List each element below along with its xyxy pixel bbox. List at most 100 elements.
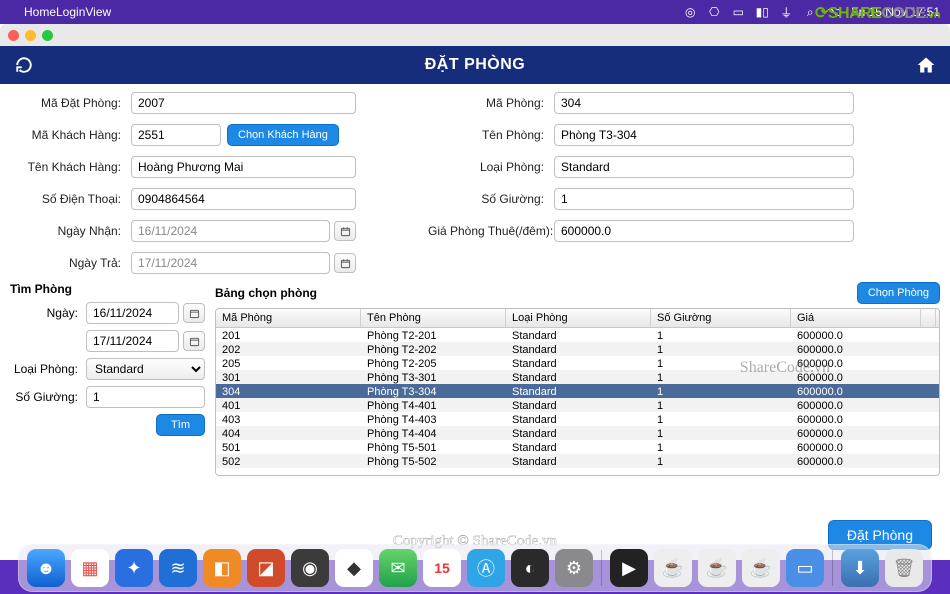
table-row[interactable]: 205Phòng T2-205Standard1600000.0 bbox=[216, 356, 939, 370]
find-type-label: Loại Phòng: bbox=[10, 362, 80, 376]
cell-name: Phòng T4-403 bbox=[361, 412, 506, 426]
finder-icon[interactable]: ☻ bbox=[27, 549, 65, 587]
java2-icon[interactable]: ☕ bbox=[698, 549, 736, 587]
cell-price: 600000.0 bbox=[791, 426, 921, 440]
col-beds[interactable]: Số Giường bbox=[651, 309, 791, 327]
netbeans-icon[interactable]: ◆ bbox=[335, 549, 373, 587]
docker-icon[interactable]: ⎔ bbox=[707, 5, 721, 19]
cell-type: Standard bbox=[506, 328, 651, 342]
sharecode-logo: ⟳SHARECODE.vn bbox=[815, 3, 940, 23]
booking-id-label: Mã Đặt Phòng: bbox=[10, 96, 125, 110]
table-row[interactable]: 501Phòng T5-501Standard1600000.0 bbox=[216, 440, 939, 454]
db-icon[interactable]: ◧ bbox=[203, 549, 241, 587]
safari-icon[interactable]: ✦ bbox=[115, 549, 153, 587]
eclipse-icon[interactable]: ◐ bbox=[511, 549, 549, 587]
box-icon[interactable]: ◪ bbox=[247, 549, 285, 587]
wifi-icon[interactable]: ⏚ bbox=[779, 5, 793, 19]
table-row[interactable]: 401Phòng T4-401Standard1600000.0 bbox=[216, 398, 939, 412]
settings-icon[interactable]: ⚙ bbox=[555, 549, 593, 587]
cell-price: 600000.0 bbox=[791, 328, 921, 342]
room-name-field[interactable] bbox=[554, 124, 854, 146]
running-app-icon[interactable]: ▭ bbox=[786, 549, 824, 587]
mac-menubar: HomeLoginView ◎ ⎔ ▭ ▮▯ ⏚ ⌕ ⌥ Fri 15 Nov … bbox=[0, 0, 950, 24]
room-grid: Mã Phòng Tên Phòng Loại Phòng Số Giường … bbox=[215, 308, 940, 476]
cell-beds: 1 bbox=[651, 426, 791, 440]
minimize-icon[interactable] bbox=[25, 30, 36, 41]
cust-name-label: Tên Khách Hàng: bbox=[10, 160, 125, 174]
cell-price: 600000.0 bbox=[791, 454, 921, 468]
appstore-icon[interactable]: Ⓐ bbox=[467, 549, 505, 587]
downloads-icon[interactable]: ⬇ bbox=[841, 549, 879, 587]
room-id-field[interactable] bbox=[554, 92, 854, 114]
vscode-icon[interactable]: ≋ bbox=[159, 549, 197, 587]
cust-id-field[interactable] bbox=[131, 124, 221, 146]
screen-icon[interactable]: ▭ bbox=[731, 5, 745, 19]
table-row[interactable]: 502Phòng T5-502Standard1600000.0 bbox=[216, 454, 939, 468]
calendar-icon[interactable]: 15 bbox=[423, 549, 461, 587]
checkin-picker-icon[interactable] bbox=[334, 221, 356, 241]
cell-id: 304 bbox=[216, 384, 361, 398]
trash-icon[interactable]: 🗑 bbox=[885, 549, 923, 587]
cell-type: Standard bbox=[506, 384, 651, 398]
cell-beds: 1 bbox=[651, 342, 791, 356]
table-title: Bảng chọn phòng bbox=[215, 286, 317, 300]
find-button[interactable]: Tìm bbox=[156, 414, 205, 436]
home-icon[interactable] bbox=[916, 55, 936, 75]
find-date-from[interactable] bbox=[86, 302, 179, 324]
cell-beds: 1 bbox=[651, 384, 791, 398]
cell-id: 202 bbox=[216, 342, 361, 356]
col-price[interactable]: Giá bbox=[791, 309, 921, 327]
java-icon[interactable]: ☕ bbox=[654, 549, 692, 587]
price-field[interactable] bbox=[554, 220, 854, 242]
beds-field[interactable] bbox=[554, 188, 854, 210]
messages-icon[interactable]: ✉ bbox=[379, 549, 417, 587]
terminal-icon[interactable]: ▶ bbox=[610, 549, 648, 587]
grid-body[interactable]: 201Phòng T2-201Standard1600000.0202Phòng… bbox=[216, 328, 939, 473]
menubar-appname[interactable]: HomeLoginView bbox=[24, 5, 111, 19]
app-window: ĐẶT PHÒNG Mã Đặt Phòng: Mã Phòng: Mã Khá… bbox=[0, 24, 950, 560]
table-row[interactable]: 301Phòng T3-301Standard1600000.0 bbox=[216, 370, 939, 384]
close-icon[interactable] bbox=[8, 30, 19, 41]
cell-id: 403 bbox=[216, 412, 361, 426]
col-type[interactable]: Loại Phòng bbox=[506, 309, 651, 327]
table-row[interactable]: 404Phòng T4-404Standard1600000.0 bbox=[216, 426, 939, 440]
checkout-picker-icon[interactable] bbox=[334, 253, 356, 273]
cell-price: 600000.0 bbox=[791, 356, 921, 370]
cust-name-field[interactable] bbox=[131, 156, 356, 178]
room-type-field[interactable] bbox=[554, 156, 854, 178]
col-name[interactable]: Tên Phòng bbox=[361, 309, 506, 327]
find-beds-field[interactable] bbox=[86, 386, 205, 408]
find-date-from-picker-icon[interactable] bbox=[183, 303, 205, 323]
refresh-icon[interactable] bbox=[14, 55, 34, 75]
table-row[interactable]: 202Phòng T2-202Standard1600000.0 bbox=[216, 342, 939, 356]
find-type-select[interactable]: Standard bbox=[86, 358, 205, 380]
find-date-to-picker-icon[interactable] bbox=[183, 331, 205, 351]
cell-id: 201 bbox=[216, 328, 361, 342]
room-type-label: Loại Phòng: bbox=[428, 160, 548, 174]
github-icon[interactable]: ◉ bbox=[291, 549, 329, 587]
table-row[interactable]: 304Phòng T3-304Standard1600000.0 bbox=[216, 384, 939, 398]
launchpad-icon[interactable]: ▦ bbox=[71, 549, 109, 587]
checkin-field[interactable] bbox=[131, 220, 330, 242]
battery-icon[interactable]: ▮▯ bbox=[755, 5, 769, 19]
java3-icon[interactable]: ☕ bbox=[742, 549, 780, 587]
find-room-panel: Tìm Phòng Ngày: Loại Phòng: Standard Số … bbox=[10, 282, 205, 476]
zoom-icon[interactable] bbox=[42, 30, 53, 41]
table-row[interactable]: 201Phòng T2-201Standard1600000.0 bbox=[216, 328, 939, 342]
room-table-panel: Bảng chọn phòng Chọn Phòng Mã Phòng Tên … bbox=[215, 282, 940, 476]
table-row[interactable]: 403Phòng T4-403Standard1600000.0 bbox=[216, 412, 939, 426]
phone-field[interactable] bbox=[131, 188, 356, 210]
checkout-field[interactable] bbox=[131, 252, 330, 274]
find-title: Tìm Phòng bbox=[10, 282, 205, 296]
cell-price: 600000.0 bbox=[791, 412, 921, 426]
choose-customer-button[interactable]: Chọn Khách Hàng bbox=[227, 124, 339, 146]
choose-room-button[interactable]: Chọn Phòng bbox=[857, 282, 940, 304]
cell-beds: 1 bbox=[651, 370, 791, 384]
find-date-to[interactable] bbox=[86, 330, 179, 352]
cell-type: Standard bbox=[506, 398, 651, 412]
dock[interactable]: ☻ ▦ ✦ ≋ ◧ ◪ ◉ ◆ ✉ 15 Ⓐ ◐ ⚙ ▶ ☕ ☕ ☕ ▭ ⬇ 🗑 bbox=[18, 544, 932, 592]
col-id[interactable]: Mã Phòng bbox=[216, 309, 361, 327]
menu-extra-icon[interactable]: ◎ bbox=[683, 5, 697, 19]
booking-id-field[interactable] bbox=[131, 92, 356, 114]
cell-price: 600000.0 bbox=[791, 440, 921, 454]
